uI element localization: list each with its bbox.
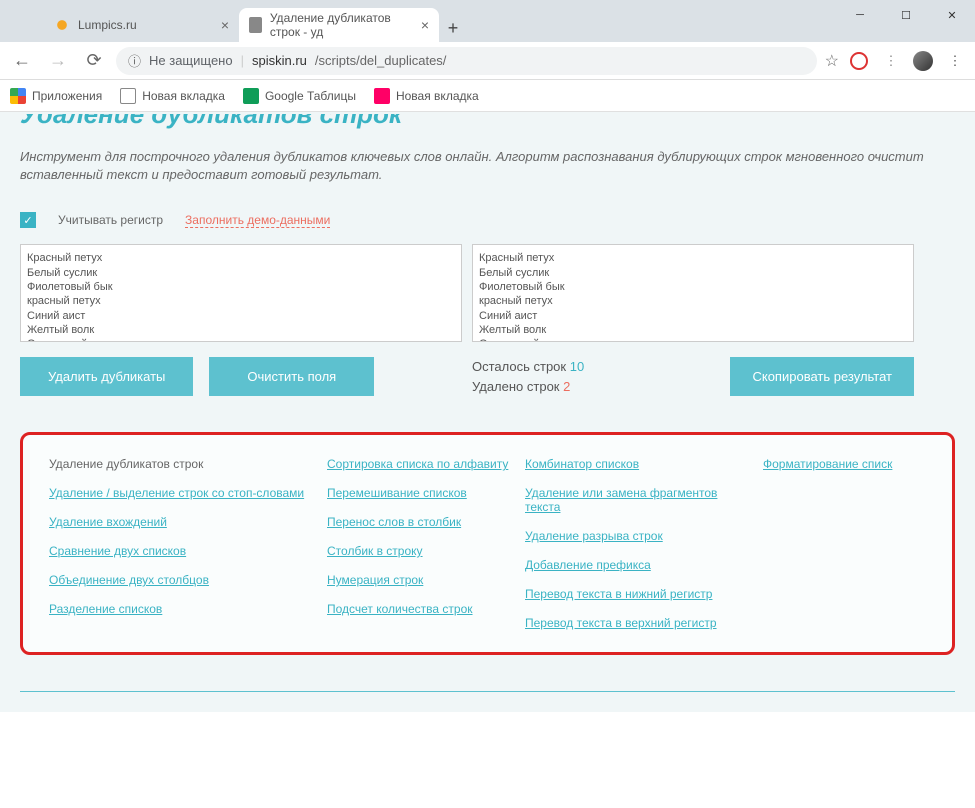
close-icon[interactable]: × [421,17,429,33]
related-link[interactable]: Удаление / выделение строк со стоп-слова… [49,486,319,500]
avatar[interactable] [911,49,935,73]
maximize-button[interactable]: ☐ [883,0,929,30]
url-input[interactable]: ⓘ Не защищено | spiskin.ru/scripts/del_d… [116,47,817,75]
extension-icon[interactable]: ⋮ [879,49,903,73]
bookmark-newtab[interactable]: Новая вкладка [120,88,225,104]
related-tools-box: Удаление дубликатов строк Удаление / выд… [20,432,955,655]
bookmark-star-icon[interactable]: ☆ [825,51,839,71]
sheets-icon [243,88,259,104]
menu-icon[interactable]: ⋮ [943,49,967,73]
browser-tab-strip: Lumpics.ru × Удаление дубликатов строк -… [0,0,975,42]
bookmark-label: Новая вкладка [396,89,479,103]
options-row: ✓ Учитывать регистр Заполнить демо-данны… [20,212,955,228]
close-window-button[interactable]: ✕ [929,0,975,30]
browser-tab-spiskin[interactable]: Удаление дубликатов строк - уд × [239,8,439,42]
related-link[interactable]: Добавление префикса [525,558,755,572]
remaining-label: Осталось строк [472,359,566,374]
forward-button[interactable]: → [44,47,72,75]
page-description: Инструмент для построчного удаления дубл… [20,148,955,184]
bookmarks-bar: Приложения Новая вкладка Google Таблицы … [0,80,975,112]
extension-icon[interactable] [847,49,871,73]
related-link[interactable]: Перевод текста в нижний регистр [525,587,755,601]
related-link[interactable]: Удаление вхождений [49,515,319,529]
tab-label: Lumpics.ru [78,18,137,32]
related-link[interactable]: Столбик в строку [327,544,517,558]
new-tab-button[interactable]: + [439,14,467,42]
address-bar: ← → ⟳ ⓘ Не защищено | spiskin.ru/scripts… [0,42,975,80]
tab-label: Удаление дубликатов строк - уд [270,11,413,39]
bookmark-sheets[interactable]: Google Таблицы [243,88,356,104]
copy-result-button[interactable]: Скопировать результат [730,357,914,396]
bookmark-apps[interactable]: Приложения [10,88,102,104]
bookmark-label: Google Таблицы [265,89,356,103]
related-link[interactable]: Удаление или замена фрагментов текста [525,486,755,514]
m-icon [374,88,390,104]
page-title: Удаление дубликатов строк [20,114,955,134]
removed-label: Удалено строк [472,379,560,394]
remove-duplicates-button[interactable]: Удалить дубликаты [20,357,193,396]
related-link[interactable]: Перенос слов в столбик [327,515,517,529]
case-checkbox[interactable]: ✓ [20,212,36,228]
related-link-current: Удаление дубликатов строк [49,457,319,471]
related-link[interactable]: Удаление разрыва строк [525,529,755,543]
tab-favicon-icon [54,17,70,33]
input-textarea[interactable] [20,244,462,342]
clear-fields-button[interactable]: Очистить поля [209,357,374,396]
case-checkbox-label: Учитывать регистр [58,213,163,227]
url-host: spiskin.ru [252,53,307,68]
reload-button[interactable]: ⟳ [80,47,108,75]
insecure-icon: ⓘ [128,51,141,70]
tab-favicon-icon [249,17,262,33]
minimize-button[interactable]: ─ [837,0,883,30]
back-button[interactable]: ← [8,47,36,75]
close-icon[interactable]: × [221,17,229,33]
divider [20,691,955,692]
page-icon [120,88,136,104]
related-link[interactable]: Перевод текста в верхний регистр [525,616,755,630]
bookmark-label: Новая вкладка [142,89,225,103]
related-link[interactable]: Форматирование списк [763,457,893,471]
removed-value: 2 [563,379,570,394]
browser-tab-lumpics[interactable]: Lumpics.ru × [44,8,239,42]
apps-icon [10,88,26,104]
related-link[interactable]: Сортировка списка по алфавиту [327,457,517,471]
bookmark-newtab2[interactable]: Новая вкладка [374,88,479,104]
related-link[interactable]: Объединение двух столбцов [49,573,319,587]
stats-block: Осталось строк 10 Удалено строк 2 [472,357,584,396]
output-textarea[interactable] [472,244,914,342]
bookmark-label: Приложения [32,89,102,103]
security-label: Не защищено [149,53,233,68]
remaining-value: 10 [570,359,584,374]
related-link[interactable]: Сравнение двух списков [49,544,319,558]
related-link[interactable]: Нумерация строк [327,573,517,587]
url-path: /scripts/del_duplicates/ [315,53,447,68]
related-link[interactable]: Комбинатор списков [525,457,755,471]
page-content: Удаление дубликатов строк Инструмент для… [0,112,975,712]
related-link[interactable]: Подсчет количества строк [327,602,517,616]
related-link[interactable]: Перемешивание списков [327,486,517,500]
demo-data-link[interactable]: Заполнить демо-данными [185,213,330,228]
related-link[interactable]: Разделение списков [49,602,319,616]
